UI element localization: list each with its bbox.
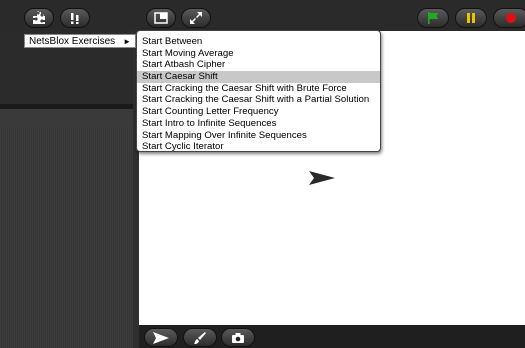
pause-icon[interactable] <box>455 8 487 28</box>
menu-item-start-mapping-infinite-sequences[interactable]: Start Mapping Over Infinite Sequences <box>137 130 380 142</box>
turtle-icon[interactable] <box>144 328 178 347</box>
menu-item-start-intro-infinite-sequences[interactable]: Start Intro to Infinite Sequences <box>137 118 380 130</box>
stage-layout-icon[interactable] <box>146 8 176 28</box>
menu-item-start-between[interactable]: Start Between <box>137 36 380 48</box>
stop-icon[interactable] <box>493 8 525 28</box>
netsblox-exercises-menu-item[interactable]: NetsBlox Exercises ► <box>24 34 136 48</box>
puzzle-icon[interactable] <box>24 8 54 28</box>
menu-item-start-atbash-cipher[interactable]: Start Atbash Cipher <box>137 59 380 71</box>
menu-item-start-cracking-brute-force[interactable]: Start Cracking the Caesar Shift with Bru… <box>137 83 380 95</box>
green-flag-icon[interactable] <box>417 8 449 28</box>
netsblox-exercises-label: NetsBlox Exercises <box>29 35 116 47</box>
block-palette <box>0 129 133 348</box>
menu-item-start-caesar-shift[interactable]: Start Caesar Shift <box>137 71 380 83</box>
sprite-arrow-icon[interactable] <box>309 171 335 185</box>
submenu-arrow-icon: ► <box>123 36 131 46</box>
top-bar <box>0 0 525 31</box>
menu-item-start-cyclic-iterator[interactable]: Start Cyclic Iterator <box>137 141 380 153</box>
camera-icon[interactable] <box>221 328 255 347</box>
stage-toolbar <box>139 325 525 348</box>
menu-item-start-cracking-partial-solution[interactable]: Start Cracking the Caesar Shift with a P… <box>137 94 380 106</box>
palette-toolbar <box>0 109 133 233</box>
fullscreen-icon[interactable] <box>181 8 211 28</box>
alert-icon[interactable] <box>60 8 90 28</box>
paint-brush-icon[interactable] <box>183 328 217 347</box>
menu-item-start-counting-letter-frequency[interactable]: Start Counting Letter Frequency <box>137 106 380 118</box>
exercise-menu: Start Between Start Moving Average Start… <box>136 30 381 152</box>
menu-item-start-moving-average[interactable]: Start Moving Average <box>137 48 380 60</box>
